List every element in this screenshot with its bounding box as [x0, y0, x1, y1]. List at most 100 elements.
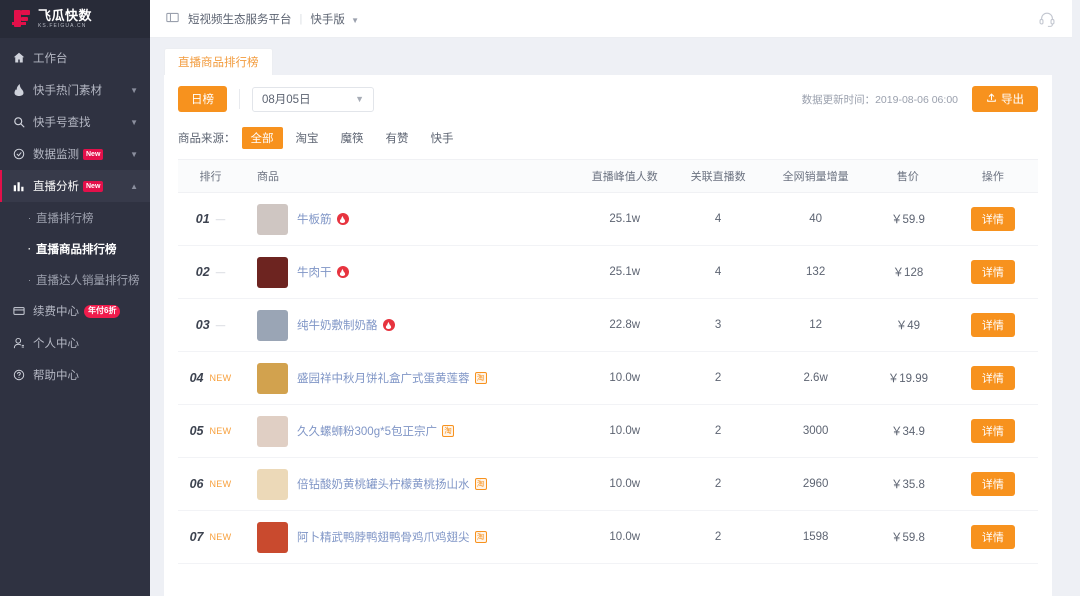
- hot-flame-icon: [336, 266, 349, 278]
- product-thumbnail: [257, 521, 289, 553]
- card-icon: [12, 305, 26, 317]
- version-selector[interactable]: 快手版 ▼: [310, 11, 359, 27]
- rank-change-flag: NEW: [209, 426, 232, 436]
- source-option-taobao[interactable]: 淘宝: [287, 127, 328, 149]
- logo-name: 飞瓜快数: [38, 8, 93, 23]
- sidebar-item-live-analysis[interactable]: 直播分析 New ▲: [0, 170, 150, 202]
- tab-label: 直播商品排行榜: [178, 57, 259, 69]
- cell-sales-growth: 3000: [763, 404, 869, 458]
- sidebar-item-help-center[interactable]: 帮助中心: [0, 359, 150, 391]
- cell-rank: 05 NEW: [178, 404, 244, 458]
- product-name-link[interactable]: 纯牛奶敷制奶酪: [297, 317, 378, 333]
- topbar: 短视频生态服务平台 | 快手版 ▼: [150, 0, 1072, 38]
- col-product: 商品: [243, 159, 577, 193]
- version-label: 快手版: [310, 13, 345, 26]
- cell-sales-growth: 132: [763, 245, 869, 299]
- detail-button[interactable]: 详情: [970, 313, 1015, 337]
- sidebar-item-renewal-center[interactable]: 续费中心 年付6折: [0, 295, 150, 327]
- table-row: 04 NEW 盛园祥中秋月饼礼盒广式蛋黄莲蓉淘 10.0w 2 2.6w ￥19.99 详情: [178, 351, 1038, 405]
- bullet-icon: ·: [28, 243, 31, 254]
- detail-button[interactable]: 详情: [970, 472, 1015, 496]
- cell-product: 久久螺蛳粉300g*5包正宗广淘: [243, 404, 577, 458]
- source-option-all[interactable]: 全部: [241, 127, 283, 149]
- collapse-menu-icon[interactable]: [166, 11, 179, 27]
- source-option-youzan[interactable]: 有赞: [377, 127, 418, 149]
- source-filter-label: 商品来源：: [178, 133, 236, 145]
- rank-number: 01: [195, 212, 210, 226]
- table-header-row: 排行 商品 直播峰值人数 关联直播数 全网销量增量 售价 操作: [178, 159, 1038, 193]
- logo-subtitle: KS.FEIGUA.CN: [38, 23, 87, 29]
- cell-price: ￥34.9: [868, 404, 948, 458]
- cell-action: 详情: [947, 457, 1038, 511]
- cell-sales-growth: 40: [763, 192, 869, 246]
- product-name-link[interactable]: 阿卜精武鸭脖鸭翅鸭骨鸡爪鸡翅尖: [297, 529, 470, 545]
- sidebar-subitem-live-ranking[interactable]: · 直播排行榜: [0, 202, 150, 233]
- product-name-link[interactable]: 盛园祥中秋月饼礼盒广式蛋黄莲蓉: [297, 370, 470, 386]
- table-row: 07 NEW 阿卜精武鸭脖鸭翅鸭骨鸡爪鸡翅尖淘 10.0w 2 1598 ￥59.8 详情: [178, 510, 1038, 564]
- daily-rank-button[interactable]: 日榜: [178, 86, 227, 112]
- bullet-icon: ·: [28, 274, 31, 285]
- col-sales-growth: 全网销量增量: [763, 159, 869, 193]
- product-name-link[interactable]: 倍钻酸奶黄桃罐头柠檬黄桃扬山水: [297, 476, 470, 492]
- detail-button[interactable]: 详情: [970, 419, 1015, 443]
- source-option-kuaishou[interactable]: 快手: [422, 127, 463, 149]
- detail-button[interactable]: 详情: [970, 260, 1015, 284]
- sidebar-subitem-live-product-ranking[interactable]: · 直播商品排行榜: [0, 233, 150, 264]
- detail-button[interactable]: 详情: [970, 366, 1015, 390]
- hot-flame-icon: [382, 319, 395, 331]
- right-gutter: [1072, 0, 1080, 596]
- sidebar-item-account-search[interactable]: 快手号查找 ▼: [0, 106, 150, 138]
- cell-product: 牛肉干: [243, 245, 577, 299]
- col-price: 售价: [868, 159, 948, 193]
- sidebar-item-personal-center[interactable]: 个人中心: [0, 327, 150, 359]
- sidebar-subitem-live-influencer-ranking[interactable]: · 直播达人销量排行榜: [0, 264, 150, 295]
- source-option-mokuai[interactable]: 魔筷: [332, 127, 373, 149]
- logo[interactable]: 飞瓜快数 KS.FEIGUA.CN: [0, 0, 150, 38]
- product-thumbnail: [257, 309, 289, 341]
- cell-product: 牛板筋: [243, 192, 577, 246]
- sidebar-item-workbench[interactable]: 工作台: [0, 42, 150, 74]
- product-name-link[interactable]: 牛板筋: [297, 211, 332, 227]
- rank-number: 02: [195, 265, 210, 279]
- sidebar-nav: 工作台 快手热门素材 ▼ 快手号查找 ▼ 数据监测 New ▼ 直播分析 New…: [0, 38, 150, 596]
- sidebar-item-hot-material[interactable]: 快手热门素材 ▼: [0, 74, 150, 106]
- cell-sales-growth: 1598: [763, 510, 869, 564]
- cell-sales-growth: 12: [763, 298, 869, 352]
- rank-change-flag: —: [215, 266, 226, 278]
- sidebar-item-label: 快手热门素材: [33, 85, 102, 97]
- cell-rank: 06 NEW: [178, 457, 244, 511]
- cell-sales-growth: 2.6w: [763, 351, 869, 405]
- product-thumbnail: [257, 203, 289, 235]
- sidebar-item-label: 续费中心: [33, 306, 79, 318]
- cell-live-count: 2: [673, 351, 764, 405]
- date-select[interactable]: 08月05日 ▼: [252, 86, 374, 112]
- question-icon: [12, 369, 26, 381]
- rank-change-flag: NEW: [209, 532, 232, 542]
- user-icon: [12, 337, 26, 349]
- col-live-count: 关联直播数: [673, 159, 764, 193]
- cell-price: ￥59.8: [868, 510, 948, 564]
- cell-peak: 25.1w: [576, 192, 673, 246]
- chevron-down-icon: ▼: [351, 15, 359, 25]
- product-name-link[interactable]: 久久螺蛳粉300g*5包正宗广: [297, 423, 437, 439]
- sidebar-subitem-label: 直播达人销量排行榜: [36, 274, 140, 287]
- cell-action: 详情: [947, 192, 1038, 246]
- cell-peak: 10.0w: [576, 351, 673, 405]
- detail-button[interactable]: 详情: [970, 525, 1015, 549]
- table-row: 02 — 牛肉干 25.1w 4 132 ￥128 详情: [178, 245, 1038, 299]
- export-button[interactable]: 导出: [972, 86, 1038, 112]
- table-body: 01 — 牛板筋 25.1w 4 40 ￥59.9 详情 02 — 牛肉干 25.1w 4 132 ￥128…: [178, 192, 1038, 564]
- product-thumbnail: [257, 256, 289, 288]
- platform-title: 短视频生态服务平台: [188, 13, 292, 26]
- sidebar-item-data-monitor[interactable]: 数据监测 New ▼: [0, 138, 150, 170]
- tab-live-product-ranking[interactable]: 直播商品排行榜: [164, 48, 273, 75]
- chevron-up-icon: ▲: [130, 181, 138, 191]
- product-name-link[interactable]: 牛肉干: [297, 264, 332, 280]
- product-thumbnail: [257, 362, 289, 394]
- headset-icon[interactable]: [1038, 10, 1056, 28]
- cell-rank: 07 NEW: [178, 510, 244, 564]
- rank-change-flag: —: [215, 319, 226, 331]
- upload-icon: [986, 92, 997, 106]
- ranking-table: 排行 商品 直播峰值人数 关联直播数 全网销量增量 售价 操作 01 — 牛板筋 25…: [178, 159, 1038, 564]
- detail-button[interactable]: 详情: [970, 207, 1015, 231]
